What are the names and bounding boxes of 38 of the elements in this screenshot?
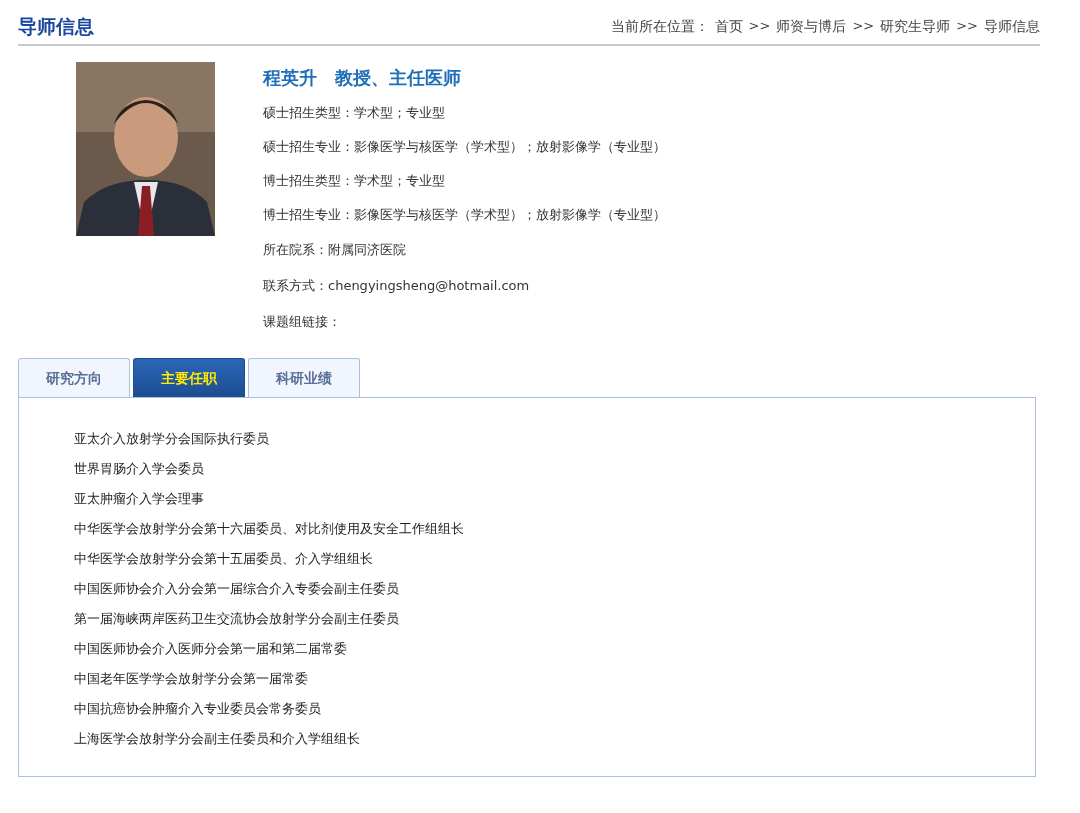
tab[interactable]: 主要任职 <box>133 358 245 397</box>
position-item: 中华医学会放射学分会第十六届委员、对比剂使用及安全工作组组长 <box>74 520 465 538</box>
position-item: 亚太肿瘤介入学会理事 <box>74 490 205 508</box>
position-item: 中国医师协会介入医师分会第一届和第二届常委 <box>74 640 348 658</box>
position-item: 中国老年医学学会放射学分会第一届常委 <box>74 670 309 688</box>
field-label: 课题组链接： <box>263 314 341 329</box>
teacher-name: 程英升 <box>263 66 317 90</box>
field-label: 博士招生类型： <box>263 173 354 188</box>
position-item: 世界胃肠介入学会委员 <box>74 460 205 478</box>
field-value: chengyingsheng@hotmail.com <box>328 278 530 293</box>
field-label: 所在院系： <box>263 242 328 257</box>
position-item: 上海医学会放射学分会副主任委员和介入学组组长 <box>74 730 361 748</box>
breadcrumb-separator: >> <box>748 18 771 35</box>
field-value: 学术型；专业型 <box>354 173 445 188</box>
tab[interactable]: 科研业绩 <box>248 358 360 397</box>
field-label: 硕士招生类型： <box>263 105 354 120</box>
field-value: 影像医学与核医学（学术型）；放射影像学（专业型） <box>354 139 666 154</box>
breadcrumb-separator: >> <box>956 18 978 35</box>
breadcrumb-link[interactable]: 导师信息 <box>984 18 1040 36</box>
field-value: 学术型；专业型 <box>354 105 445 120</box>
teacher-position: 教授、主任医师 <box>335 66 461 90</box>
breadcrumb-link[interactable]: 研究生导师 <box>880 18 951 36</box>
position-item: 中国医师协会介入分会第一届综合介入专委会副主任委员 <box>74 580 400 598</box>
field-label: 博士招生专业： <box>263 207 354 222</box>
page-title: 导师信息 <box>18 14 94 39</box>
position-item: 第一届海峡两岸医药卫生交流协会放射学分会副主任委员 <box>74 610 400 628</box>
breadcrumb-separator: >> <box>852 18 875 35</box>
position-item: 中华医学会放射学分会第十五届委员、介入学组组长 <box>74 550 374 568</box>
breadcrumb-link[interactable]: 首页 <box>714 18 743 36</box>
position-item: 亚太介入放射学分会国际执行委员 <box>74 430 270 448</box>
tab[interactable]: 研究方向 <box>18 358 130 397</box>
position-item: 中国抗癌协会肿瘤介入专业委员会常务委员 <box>74 700 322 718</box>
field-value: 附属同济医院 <box>328 242 406 257</box>
breadcrumb-link[interactable]: 师资与博后 <box>776 18 847 36</box>
field-label: 联系方式： <box>263 278 328 293</box>
field-label: 硕士招生专业： <box>263 139 354 154</box>
breadcrumb-label: 当前所在位置： <box>610 18 709 36</box>
field-value: 影像医学与核医学（学术型）；放射影像学（专业型） <box>354 207 666 222</box>
